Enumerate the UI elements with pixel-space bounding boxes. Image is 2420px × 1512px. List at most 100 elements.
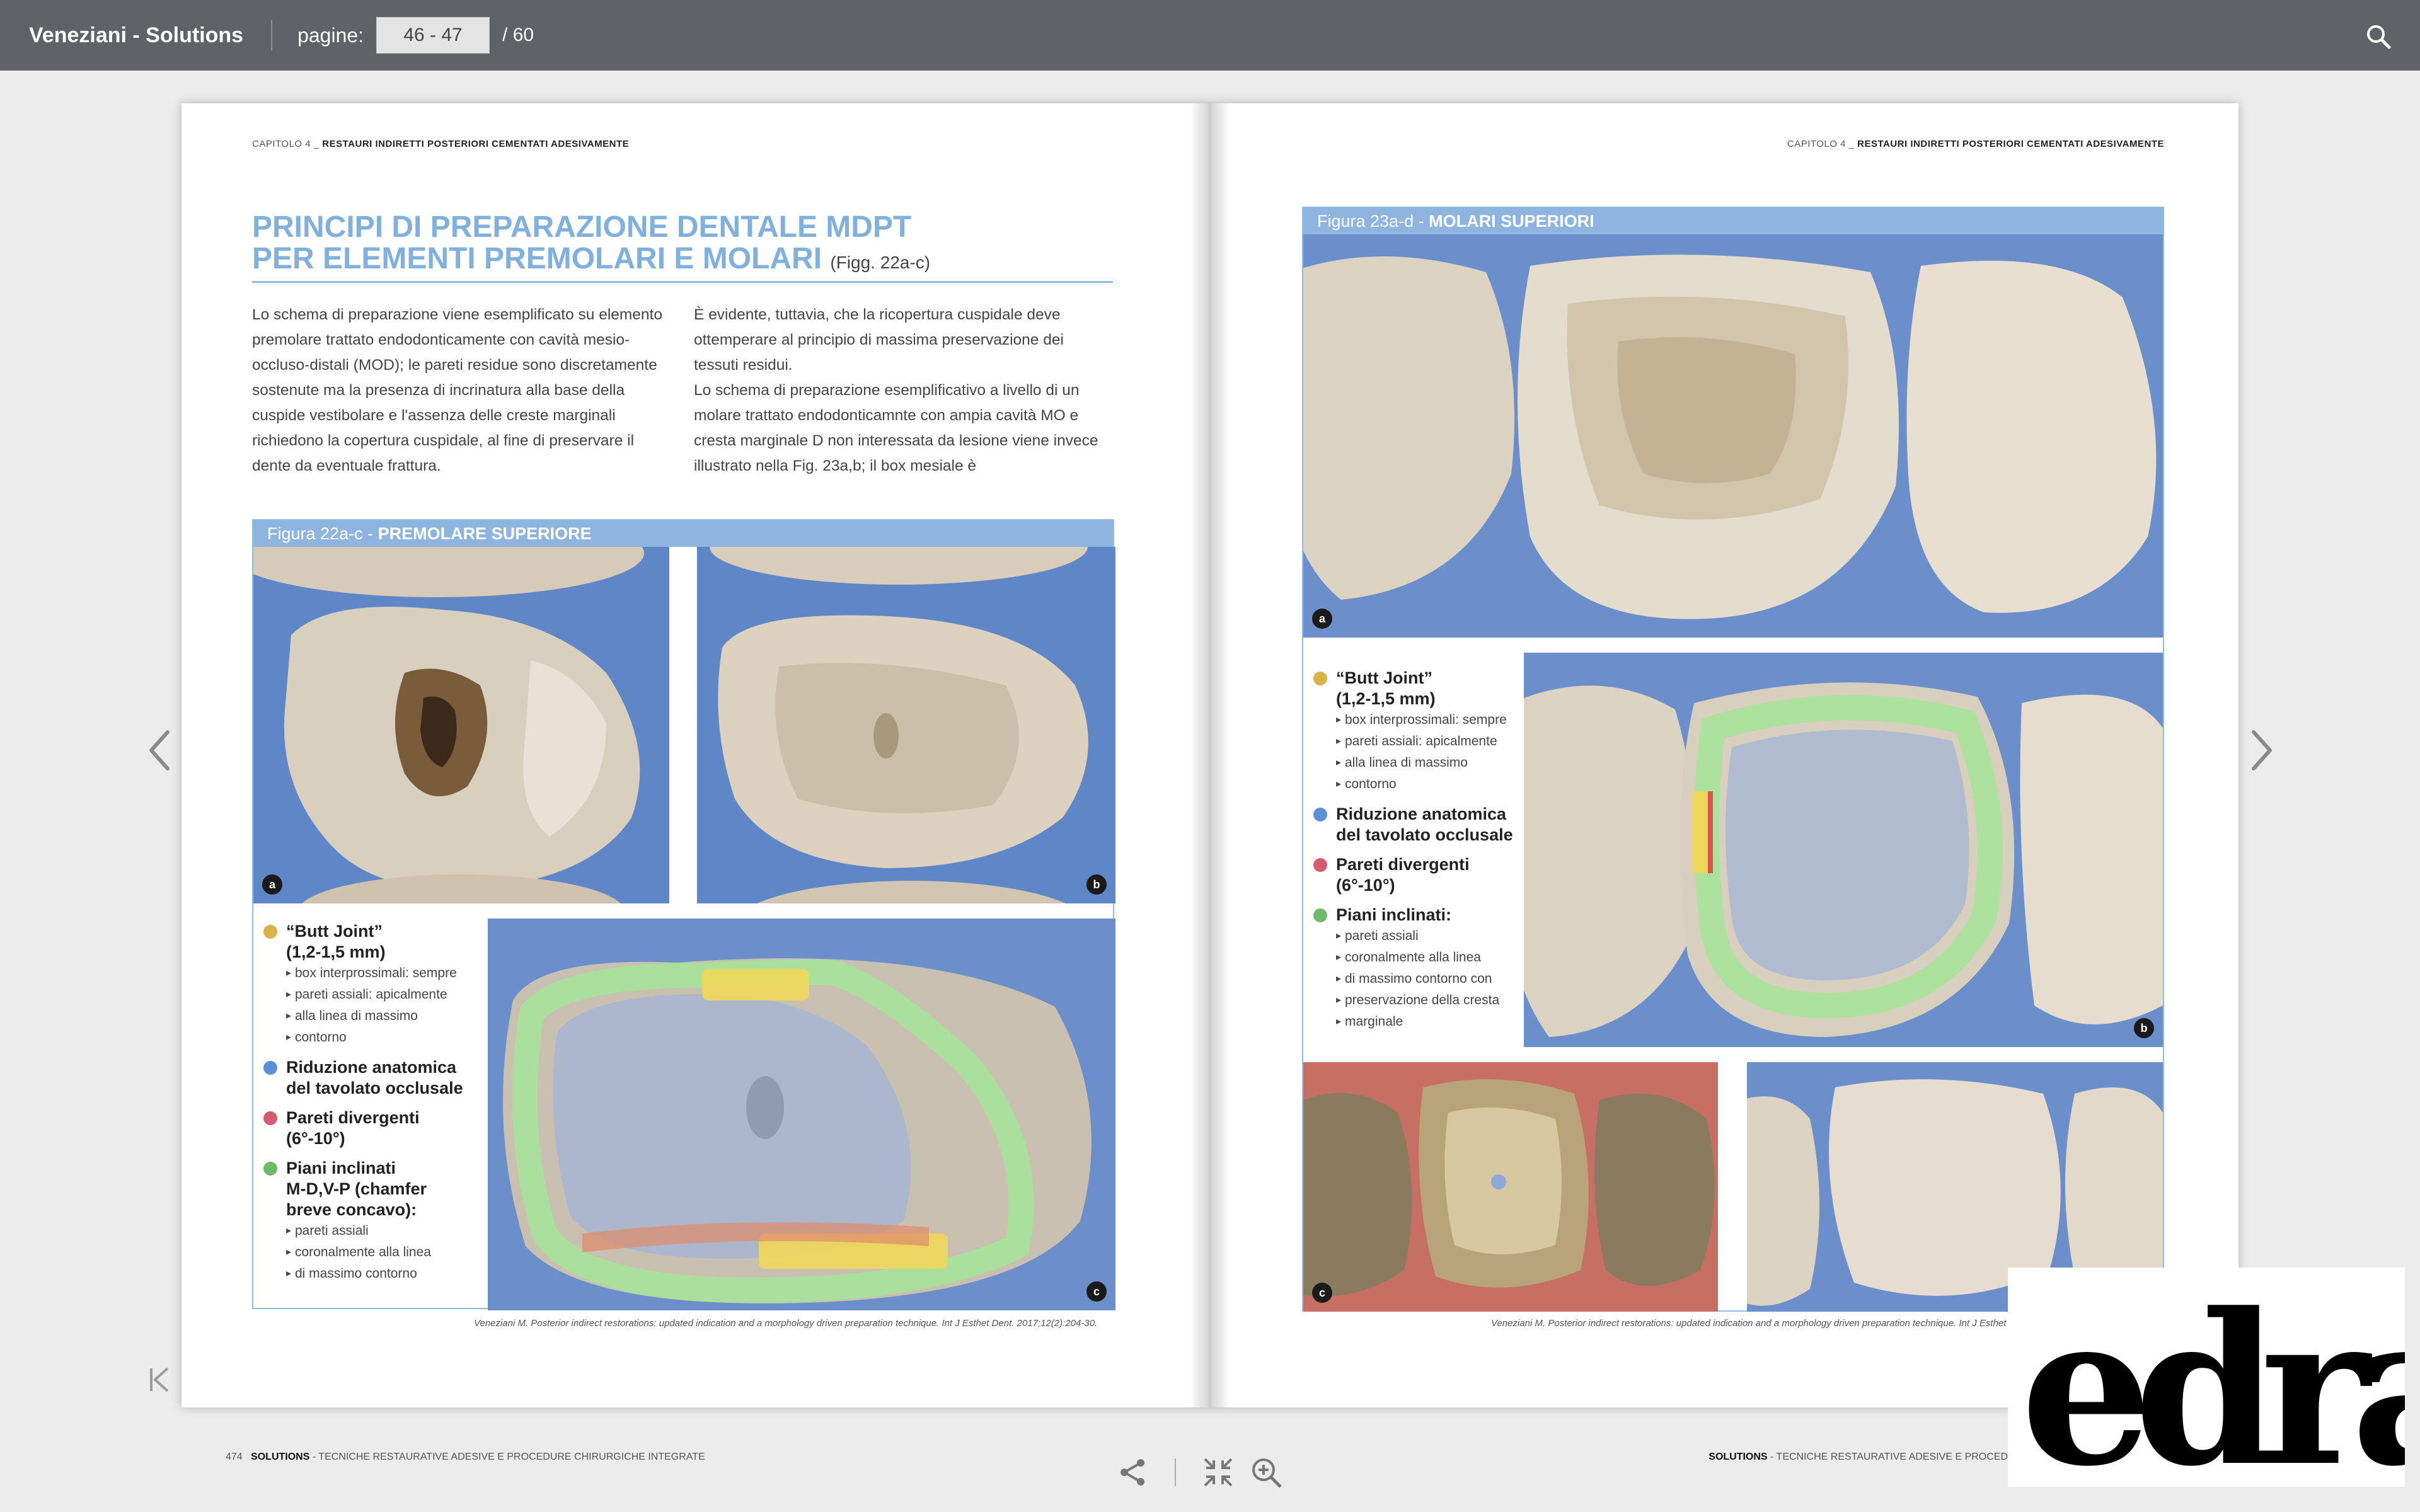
photo-23b: b [1524, 653, 2163, 1047]
legend-title: “Butt Joint” [1336, 668, 1432, 687]
legend-title: “Butt Joint” [286, 922, 383, 941]
running-head-prefix: CAPITOLO 4 _ [1787, 139, 1855, 149]
figure-23-legend: “Butt Joint” (1,2-1,5 mm) box interpross… [1307, 668, 1524, 1041]
left-reference: Veneziani M. Posterior indirect restorat… [474, 1318, 1098, 1329]
badge-a: a [1312, 609, 1332, 629]
legend-sub-cont: coronalmente alla linea [286, 1242, 431, 1263]
legend-sub-cont: di massimo contorno con [1336, 968, 1499, 990]
page-heading: PRINCIPI DI PREPARAZIONE DENTALE MDPT PE… [252, 212, 1113, 283]
legend-sub-cont: di massimo contorno [286, 1263, 431, 1285]
photo-22b: b [697, 547, 1115, 903]
running-head-prefix: CAPITOLO 4 _ [252, 139, 320, 149]
legend-dot-green [1313, 908, 1327, 922]
molar-photo-a-image [1303, 255, 2157, 619]
left-running-head: CAPITOLO 4 _ RESTAURI INDIRETTI POSTERIO… [252, 139, 629, 149]
share-icon[interactable] [1115, 1455, 1150, 1489]
legend-title: Piani inclinati: [1336, 905, 1452, 924]
badge-b: b [1086, 874, 1107, 895]
photo-23c: c [1303, 1062, 1718, 1312]
figure-23: Figura 23a-d - MOLARI SUPERIORI a “Butt … [1302, 207, 2164, 1312]
legend-sub-cont: preservazione della cresta [1336, 990, 1499, 1011]
pages-label: pagine: [297, 23, 364, 47]
legend-title-2: (6°-10°) [286, 1129, 345, 1148]
photo-23a: a [1303, 234, 2163, 638]
folio-series: SOLUTIONS [251, 1452, 310, 1462]
legend-dot-red [263, 1111, 277, 1125]
left-folio: 474 SOLUTIONS - TECNICHE RESTAURATIVE AD… [226, 1452, 705, 1463]
legend-sub: box interprossimali: sempre [286, 963, 457, 984]
edra-logo-image: edra [2020, 1268, 2405, 1487]
badge-c: c [1312, 1283, 1332, 1303]
toolbar-divider [1175, 1458, 1176, 1486]
figure-22: Figura 22a-c - PREMOLARE SUPERIORE a b “… [252, 519, 1115, 1310]
bottom-toolbar [1115, 1455, 1283, 1489]
figure-caption-prefix: Figura 23a-d - [1317, 212, 1429, 231]
legend-sub-cont: contorno [1336, 774, 1507, 795]
legend-dot-yellow [1313, 672, 1327, 685]
legend-sub-cont: alla linea di massimo [286, 1005, 457, 1027]
edra-logo-text: edra [2020, 1268, 2405, 1487]
legend-title-2: (6°-10°) [1336, 876, 1395, 895]
book-gutter [1190, 103, 1230, 1407]
badge-a: a [262, 874, 282, 895]
heading-line-1: PRINCIPI DI PREPARAZIONE DENTALE MDPT [252, 210, 912, 244]
legend-dot-red [1313, 858, 1327, 872]
legend-sub: pareti assiali: apicalmente [1336, 731, 1507, 752]
badge-b: b [2134, 1018, 2154, 1038]
legend-item-pareti: Pareti divergenti (6°-10°) [1307, 854, 1524, 896]
legend-dot-green [263, 1162, 277, 1176]
legend-item-butt-joint: “Butt Joint” (1,2-1,5 mm) box interpross… [1307, 668, 1524, 795]
molar-photo-b-diagram [1524, 682, 2163, 1037]
legend-dot-yellow [263, 925, 277, 939]
legend-title: Pareti divergenti [1336, 855, 1470, 874]
page-number-input[interactable] [376, 17, 490, 54]
intro-column-2: È evidente, tuttavia, che la ricopertura… [694, 306, 1098, 474]
badge-c: c [1086, 1281, 1107, 1302]
legend-title: Riduzione anatomica [1336, 805, 1507, 823]
legend-title: Riduzione anatomica [286, 1058, 457, 1077]
figure-caption-title: MOLARI SUPERIORI [1429, 212, 1594, 231]
photo-22a: a [253, 547, 669, 903]
legend-sub: box interprossimali: sempre [1336, 709, 1507, 731]
edra-logo: edra [2008, 1268, 2405, 1487]
collapse-icon[interactable] [1201, 1455, 1235, 1489]
legend-title-2: del tavolato occlusale [1336, 825, 1513, 844]
legend-sub-cont: coronalmente alla linea [1336, 947, 1499, 968]
legend-item-riduzione: Riduzione anatomica del tavolato occlusa… [1307, 804, 1524, 845]
legend-title: Pareti divergenti [286, 1108, 420, 1127]
top-toolbar: Veneziani - Solutions pagine: / 60 [0, 0, 2420, 71]
page-number: 474 [226, 1452, 243, 1462]
legend-title-2: M-D,V-P (chamfer [286, 1179, 427, 1198]
figure-22-caption: Figura 22a-c - PREMOLARE SUPERIORE [253, 520, 1113, 547]
legend-item-piani: Piani inclinati: pareti assiali coronalm… [1307, 905, 1524, 1033]
zoom-in-icon[interactable] [1249, 1455, 1283, 1489]
right-running-head: CAPITOLO 4 _ RESTAURI INDIRETTI POSTERIO… [1787, 139, 2164, 149]
legend-item-riduzione: Riduzione anatomica del tavolato occlusa… [257, 1057, 488, 1099]
legend-sub: pareti assiali: apicalmente [286, 984, 457, 1005]
premolar-photo-a-image [253, 547, 644, 903]
legend-title-2: del tavolato occlusale [286, 1079, 463, 1097]
total-pages: / 60 [502, 25, 534, 45]
premolar-photo-c-diagram [503, 958, 1092, 1303]
legend-item-pareti: Pareti divergenti (6°-10°) [257, 1108, 488, 1149]
previous-page-arrow-icon[interactable] [140, 722, 178, 779]
legend-sub-cont: contorno [286, 1027, 457, 1048]
search-icon[interactable] [2366, 24, 2391, 49]
legend-sub: pareti assiali [1336, 925, 1499, 947]
running-head-title: RESTAURI INDIRETTI POSTERIORI CEMENTATI … [322, 139, 630, 149]
legend-title-2: (1,2-1,5 mm) [1336, 689, 1436, 708]
first-page-icon[interactable] [142, 1361, 180, 1399]
legend-title-3: breve concavo): [286, 1200, 417, 1219]
running-head-title: RESTAURI INDIRETTI POSTERIORI CEMENTATI … [1857, 139, 2164, 149]
heading-figure-ref: (Figg. 22a-c) [830, 253, 931, 272]
legend-item-piani: Piani inclinati M-D,V-P (chamfer breve c… [257, 1158, 488, 1285]
next-page-arrow-icon[interactable] [2244, 722, 2281, 779]
document-title: Veneziani - Solutions [29, 23, 244, 47]
intro-column-1: Lo schema di preparazione viene esemplif… [252, 306, 662, 474]
figure-22-legend: “Butt Joint” (1,2-1,5 mm) box interpross… [257, 921, 488, 1293]
figure-caption-prefix: Figura 22a-c - [267, 524, 378, 543]
legend-sub: pareti assiali [286, 1220, 431, 1242]
molar-photo-c-image [1303, 1062, 1718, 1312]
legend-item-butt-joint: “Butt Joint” (1,2-1,5 mm) box interpross… [257, 921, 488, 1048]
folio-title: - TECNICHE RESTAURATIVE ADESIVE E PROCED… [309, 1452, 705, 1462]
